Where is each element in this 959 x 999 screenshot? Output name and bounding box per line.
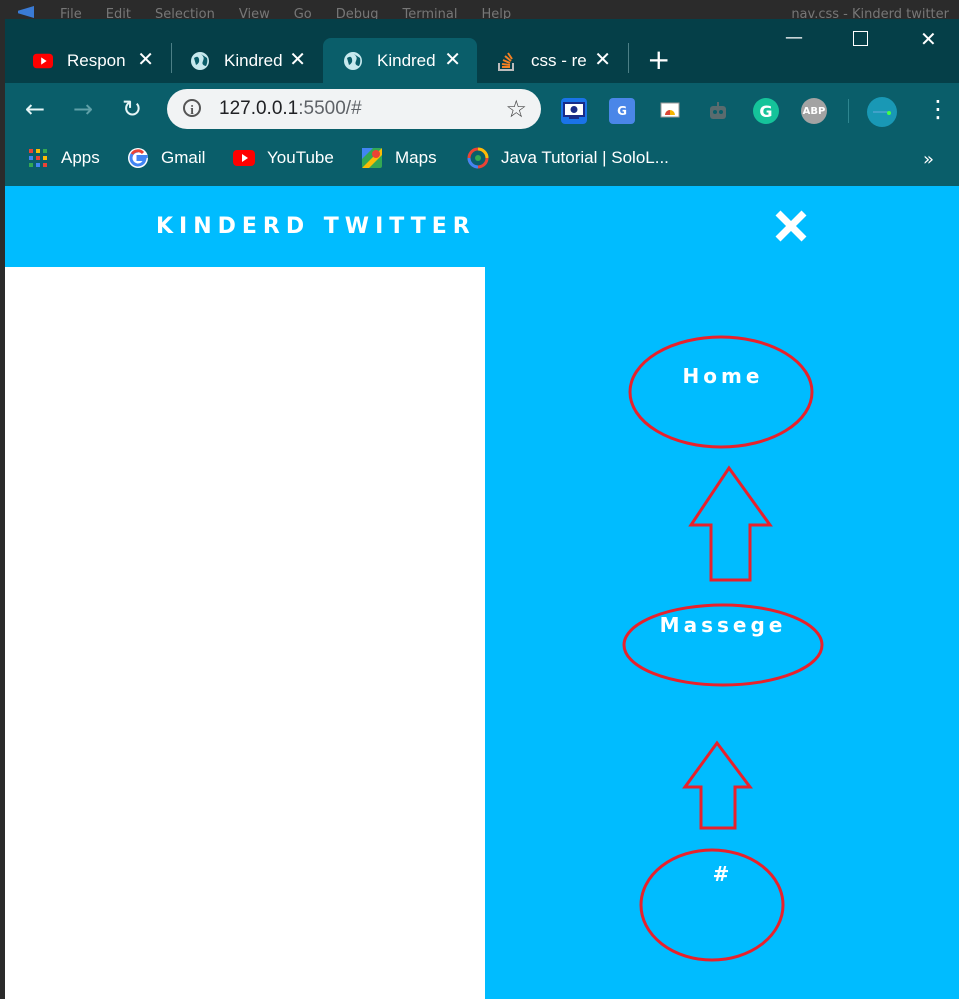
bookmark-label: Maps (395, 148, 437, 167)
os-menu-file[interactable]: File (60, 0, 82, 19)
os-menu-terminal[interactable]: Terminal (403, 0, 458, 19)
site-title[interactable]: KINDERD TWITTER (156, 214, 476, 239)
os-menu-edit[interactable]: Edit (106, 0, 131, 19)
bookmark-youtube[interactable]: YouTube (233, 147, 334, 169)
back-arrow-icon[interactable]: ← (25, 96, 45, 122)
os-menu-debug[interactable]: Debug (336, 0, 379, 19)
bookmark-gmail[interactable]: Gmail (127, 147, 205, 169)
slides-icon[interactable] (657, 98, 683, 124)
new-tab-button[interactable]: + (647, 46, 670, 74)
annotation-arrow-up (682, 740, 753, 830)
tab-youtube[interactable]: Respon ✕ (5, 38, 170, 83)
tab-title: Kindred (377, 50, 436, 70)
tab-kindred-1[interactable]: Kindred ✕ (162, 38, 322, 83)
bookmark-apps[interactable]: Apps (27, 147, 100, 169)
bookmark-sololearn[interactable]: Java Tutorial | SoloL... (467, 147, 669, 169)
os-window-title: nav.css - Kinderd twitter (791, 7, 949, 22)
profile-icon[interactable] (867, 97, 897, 127)
os-menu: File Edit Selection View Go Debug Termin… (60, 0, 511, 19)
annotation-ellipse-home (628, 335, 814, 449)
url-host: 127.0.0.1 (219, 98, 299, 119)
os-titlebar: File Edit Selection View Go Debug Termin… (0, 0, 959, 22)
annotation-arrow-up (688, 465, 773, 582)
apps-grid-icon (27, 147, 49, 169)
tab-bar: Respon ✕ Kindred ✕ Kindred ✕ css - re ✕ (5, 19, 959, 83)
url-path: :5500/# (298, 98, 362, 119)
os-menu-go[interactable]: Go (294, 0, 312, 19)
globe-icon (190, 51, 210, 71)
tab-kindred-active[interactable]: Kindred ✕ (323, 38, 477, 83)
os-menu-help[interactable]: Help (481, 0, 511, 19)
globe-icon (343, 51, 363, 71)
browser-toolbar: ← → ↻ i 127.0.0.1:5500/# ☆ G G ABP ⋮ (5, 83, 959, 137)
tab-close-icon[interactable]: ✕ (137, 50, 154, 70)
tab-close-icon[interactable]: ✕ (444, 50, 461, 70)
nav-link-home[interactable]: Home (653, 364, 793, 388)
menu-close-icon[interactable] (773, 208, 809, 244)
adblock-plus-icon[interactable]: ABP (801, 98, 827, 124)
bookmarks-bar: Apps Gmail YouTube Maps Java Tutorial | … (5, 137, 959, 186)
tab-title: css - re (531, 50, 587, 70)
google-icon (127, 147, 149, 169)
google-translate-icon[interactable]: G (609, 98, 635, 124)
grammarly-icon[interactable]: G (753, 98, 779, 124)
tab-title: Respon (67, 50, 126, 70)
browser-menu-icon[interactable]: ⋮ (926, 97, 950, 121)
content-panel (5, 267, 485, 999)
tab-title: Kindred (224, 50, 283, 70)
bookmark-label: Java Tutorial | SoloL... (501, 148, 669, 167)
reload-icon[interactable]: ↻ (122, 96, 142, 122)
bookmark-maps[interactable]: Maps (361, 147, 437, 169)
os-menu-view[interactable]: View (239, 0, 270, 19)
youtube-icon (33, 51, 53, 71)
tab-separator (628, 43, 629, 73)
tab-close-icon[interactable]: ✕ (289, 50, 306, 70)
vscode-logo-icon (18, 6, 34, 18)
maps-icon (361, 147, 383, 169)
screen-capture-icon[interactable] (561, 98, 587, 124)
toolbar-separator (848, 99, 849, 123)
info-icon[interactable]: i (183, 99, 201, 117)
url-text[interactable]: 127.0.0.1:5500/# (219, 98, 362, 120)
browser-window: Respon ✕ Kindred ✕ Kindred ✕ css - re ✕ (5, 19, 959, 999)
bookmark-label: Gmail (161, 148, 206, 167)
tab-close-icon[interactable]: ✕ (594, 50, 611, 70)
bookmarks-overflow-icon[interactable]: » (923, 149, 934, 170)
forward-arrow-icon[interactable]: → (73, 96, 93, 122)
sololearn-icon (467, 147, 489, 169)
os-menu-selection[interactable]: Selection (155, 0, 215, 19)
bookmark-star-icon[interactable]: ☆ (505, 95, 527, 123)
nav-link-message[interactable]: Massege (633, 613, 813, 637)
stackoverflow-icon (497, 51, 517, 71)
web-page: KINDERD TWITTER Home Massege # (5, 186, 959, 999)
tab-stackoverflow[interactable]: css - re ✕ (477, 38, 627, 83)
maximize-icon[interactable] (853, 31, 868, 46)
bookmark-label: Apps (61, 148, 100, 167)
window-close-icon[interactable]: ✕ (920, 27, 937, 51)
robot-icon[interactable] (705, 98, 731, 124)
youtube-icon (233, 147, 255, 169)
bookmark-label: YouTube (267, 148, 334, 167)
nav-link-hash[interactable]: # (695, 862, 751, 886)
address-bar[interactable]: i 127.0.0.1:5500/# ☆ (167, 89, 541, 129)
minimize-icon[interactable]: — (785, 27, 803, 48)
